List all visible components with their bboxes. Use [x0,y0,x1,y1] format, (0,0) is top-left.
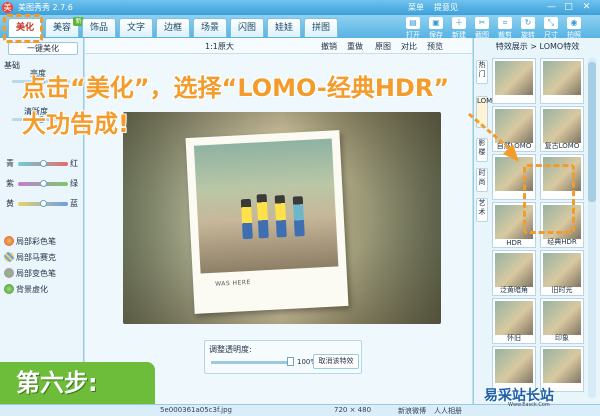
cyan-label: 青 [6,159,14,168]
effect-preview [495,253,533,287]
blue-label: 蓝 [70,199,78,208]
app-logo-icon: 美 [2,2,13,13]
background-blur[interactable]: 背景虚化 [16,284,48,295]
tab-text[interactable]: 文字 [119,18,153,37]
child-figure [256,193,269,239]
effect-thumb-impression[interactable]: 印象 [540,298,584,344]
opacity-panel: 调整透明度: 100% 取消该特效 [204,340,362,374]
tab-accessories[interactable]: 饰品 [82,18,116,37]
save-icon: ▣ [429,17,443,29]
menu-link[interactable]: 菜单 [408,2,424,13]
camera-button[interactable]: ◉ 拍照 [565,17,583,40]
feedback-link[interactable]: 提意见 [434,2,458,13]
effect-preview [543,349,581,383]
polaroid-image [193,138,339,274]
site-watermark-url: Www.Easck.Com [508,402,550,408]
child-figure [240,198,253,240]
color-pen-icon [4,236,14,246]
yellow-blue-knob[interactable] [40,200,47,207]
cancel-effect-button[interactable]: 取消该特效 [313,354,359,369]
one-click-beautify-button[interactable]: 一键美化 [8,42,78,55]
opacity-knob[interactable] [287,357,294,366]
effect-preview [495,301,533,335]
highlight-beautify-tab [3,14,43,43]
effects-scrollbar-thumb[interactable] [588,62,596,202]
renren-share-link[interactable]: 人人相册 [434,406,462,416]
open-button[interactable]: ▤ 打开 [404,17,422,40]
tab-bar: 美化 美容 新 饰品 文字 边框 场景 闪图 娃娃 拼图 ▤ 打开 ▣ 保存 ＋新建… [0,15,600,40]
zoom-level[interactable]: 1:1原大 [205,41,234,52]
purple-green-knob[interactable] [40,180,47,187]
opacity-label: 调整透明度: [209,345,252,354]
canvas-toolbar: 1:1原大 撤销 重做 原图 对比 预览 [85,38,472,54]
undo-button[interactable]: 撤销 [321,41,337,52]
app-title: 美图秀秀 2.7.6 [18,3,73,12]
mosaic-icon [4,252,14,262]
instruction-line-2: 大功告成! [22,110,129,138]
resize-icon: ⤡ [544,17,558,29]
tab-collage[interactable]: 拼图 [304,18,338,37]
polaroid-photo: WAS HERE [185,130,349,314]
tab-scene[interactable]: 场景 [193,18,227,37]
basic-label: 基础 [4,61,20,70]
crop-button[interactable]: ⌗ 裁剪 [496,17,514,40]
effects-breadcrumb: 特效展示 > LOMO特效 [495,42,580,51]
effect-thumb-old-times[interactable]: 旧时光 [540,250,584,296]
effect-preview [495,349,533,383]
compare-button[interactable]: 对比 [401,41,417,52]
new-button[interactable]: ＋新建 [450,17,468,40]
redo-button[interactable]: 重做 [347,41,363,52]
minimize-button[interactable]: — [545,1,558,13]
maximize-button[interactable]: □ [562,1,575,13]
screenshot-button[interactable]: ✂ 截图 [473,17,491,40]
child-figure [274,195,287,238]
tab-doll[interactable]: 娃娃 [267,18,301,37]
open-icon: ▤ [406,17,420,29]
rotate-icon: ↻ [521,17,535,29]
vtab-art[interactable]: 艺术 [476,198,488,222]
yellow-label: 黄 [6,199,14,208]
camera-icon: ◉ [567,17,581,29]
tab-frame[interactable]: 边框 [156,18,190,37]
reset-button[interactable]: 原图 [375,41,391,52]
vtab-fashion[interactable]: 时尚 [476,168,488,192]
effect-preview [543,301,581,335]
save-button[interactable]: ▣ 保存 [427,17,445,40]
file-name: 5e000361a05c3f.jpg [160,406,232,414]
screenshot-icon: ✂ [475,17,489,29]
title-bar: 美 美图秀秀 2.7.6 菜单 提意见 — □ ✕ [0,0,600,15]
instruction-line-1: 点击“美化”，选择“LOMO-经典HDR” [22,74,450,102]
green-label: 绿 [70,179,78,188]
new-icon: ＋ [452,17,466,29]
close-button[interactable]: ✕ [580,1,593,13]
effect-preview [543,253,581,287]
weibo-share-link[interactable]: 新浪微博 [398,406,426,416]
image-dimensions: 720 × 480 [334,406,372,414]
tutorial-instruction: 点击“美化”，选择“LOMO-经典HDR” 大功告成! [22,70,562,142]
local-color-pen[interactable]: 局部彩色笔 [16,236,56,247]
opacity-slider[interactable] [211,361,291,364]
red-label: 红 [70,159,78,168]
app-window: 美 美图秀秀 2.7.6 菜单 提意见 — □ ✕ 美化 美容 新 饰品 文字 … [0,0,600,416]
effect-thumb-yellow-vignette[interactable]: 泛黄暗角 [492,250,536,296]
resize-button[interactable]: ⤡ 尺寸 [542,17,560,40]
purple-label: 紫 [6,179,14,188]
crop-icon: ⌗ [498,17,512,29]
color-change-pen-icon [4,268,14,278]
rotate-button[interactable]: ↻ 旋转 [519,17,537,40]
preview-button[interactable]: 预览 [427,41,443,52]
child-figure [292,196,305,237]
background-blur-icon [4,284,14,294]
step-label: 第六步: [0,362,155,404]
highlight-classic-hdr [523,164,575,234]
effect-thumb-nostalgic[interactable]: 怀旧 [492,298,536,344]
tab-flash[interactable]: 闪图 [230,18,264,37]
local-color-change-pen[interactable]: 局部变色笔 [16,268,56,279]
cyan-red-knob[interactable] [40,160,47,167]
local-mosaic[interactable]: 局部马赛克 [16,252,56,263]
polaroid-caption: WAS HERE [215,278,252,288]
